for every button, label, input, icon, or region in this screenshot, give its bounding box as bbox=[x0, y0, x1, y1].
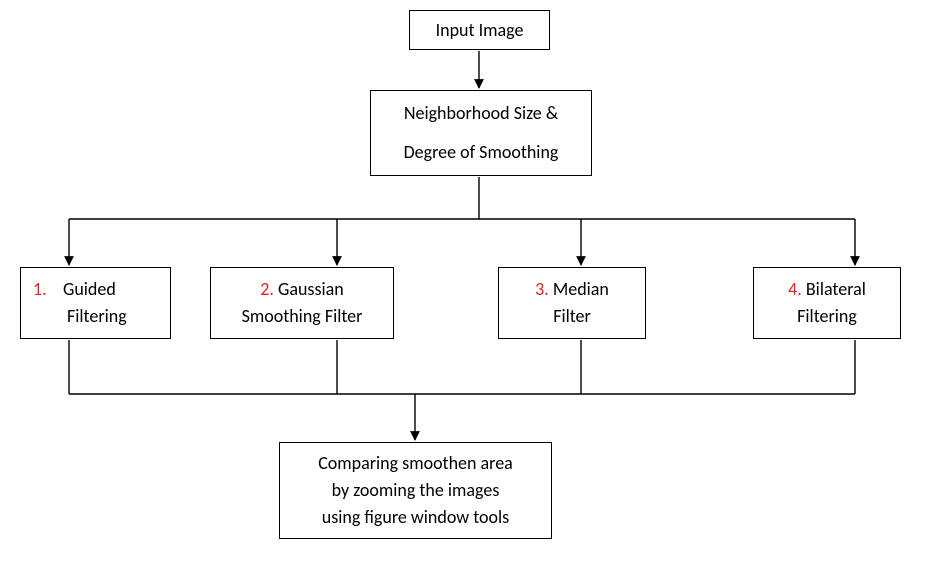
box-input-image: Input Image bbox=[409, 10, 550, 50]
text-input-image: Input Image bbox=[436, 17, 524, 44]
box-guided-filtering: 1. Guided Filtering bbox=[20, 267, 171, 339]
box-gaussian-filter: 2. Gaussian Smoothing Filter bbox=[210, 267, 394, 339]
box-neighborhood: Neighborhood Size & Degree of Smoothing bbox=[370, 90, 592, 176]
text-compare-l1: Comparing smoothen area bbox=[318, 450, 513, 477]
box-compare: Comparing smoothen area by zooming the i… bbox=[279, 442, 552, 539]
text-neighborhood-l1: Neighborhood Size & bbox=[404, 100, 558, 127]
num-2: 2. bbox=[260, 278, 274, 300]
text-compare-l3: using figure window tools bbox=[322, 504, 509, 531]
num-4: 4. bbox=[788, 278, 802, 300]
num-3: 3. bbox=[535, 278, 549, 300]
text-neighborhood-l2: Degree of Smoothing bbox=[404, 139, 559, 166]
box-median-filter: 3. Median Filter bbox=[498, 267, 646, 339]
box-bilateral-filter: 4. Bilateral Filtering bbox=[753, 267, 901, 339]
num-1: 1. bbox=[33, 278, 47, 300]
text-compare-l2: by zooming the images bbox=[332, 477, 500, 504]
